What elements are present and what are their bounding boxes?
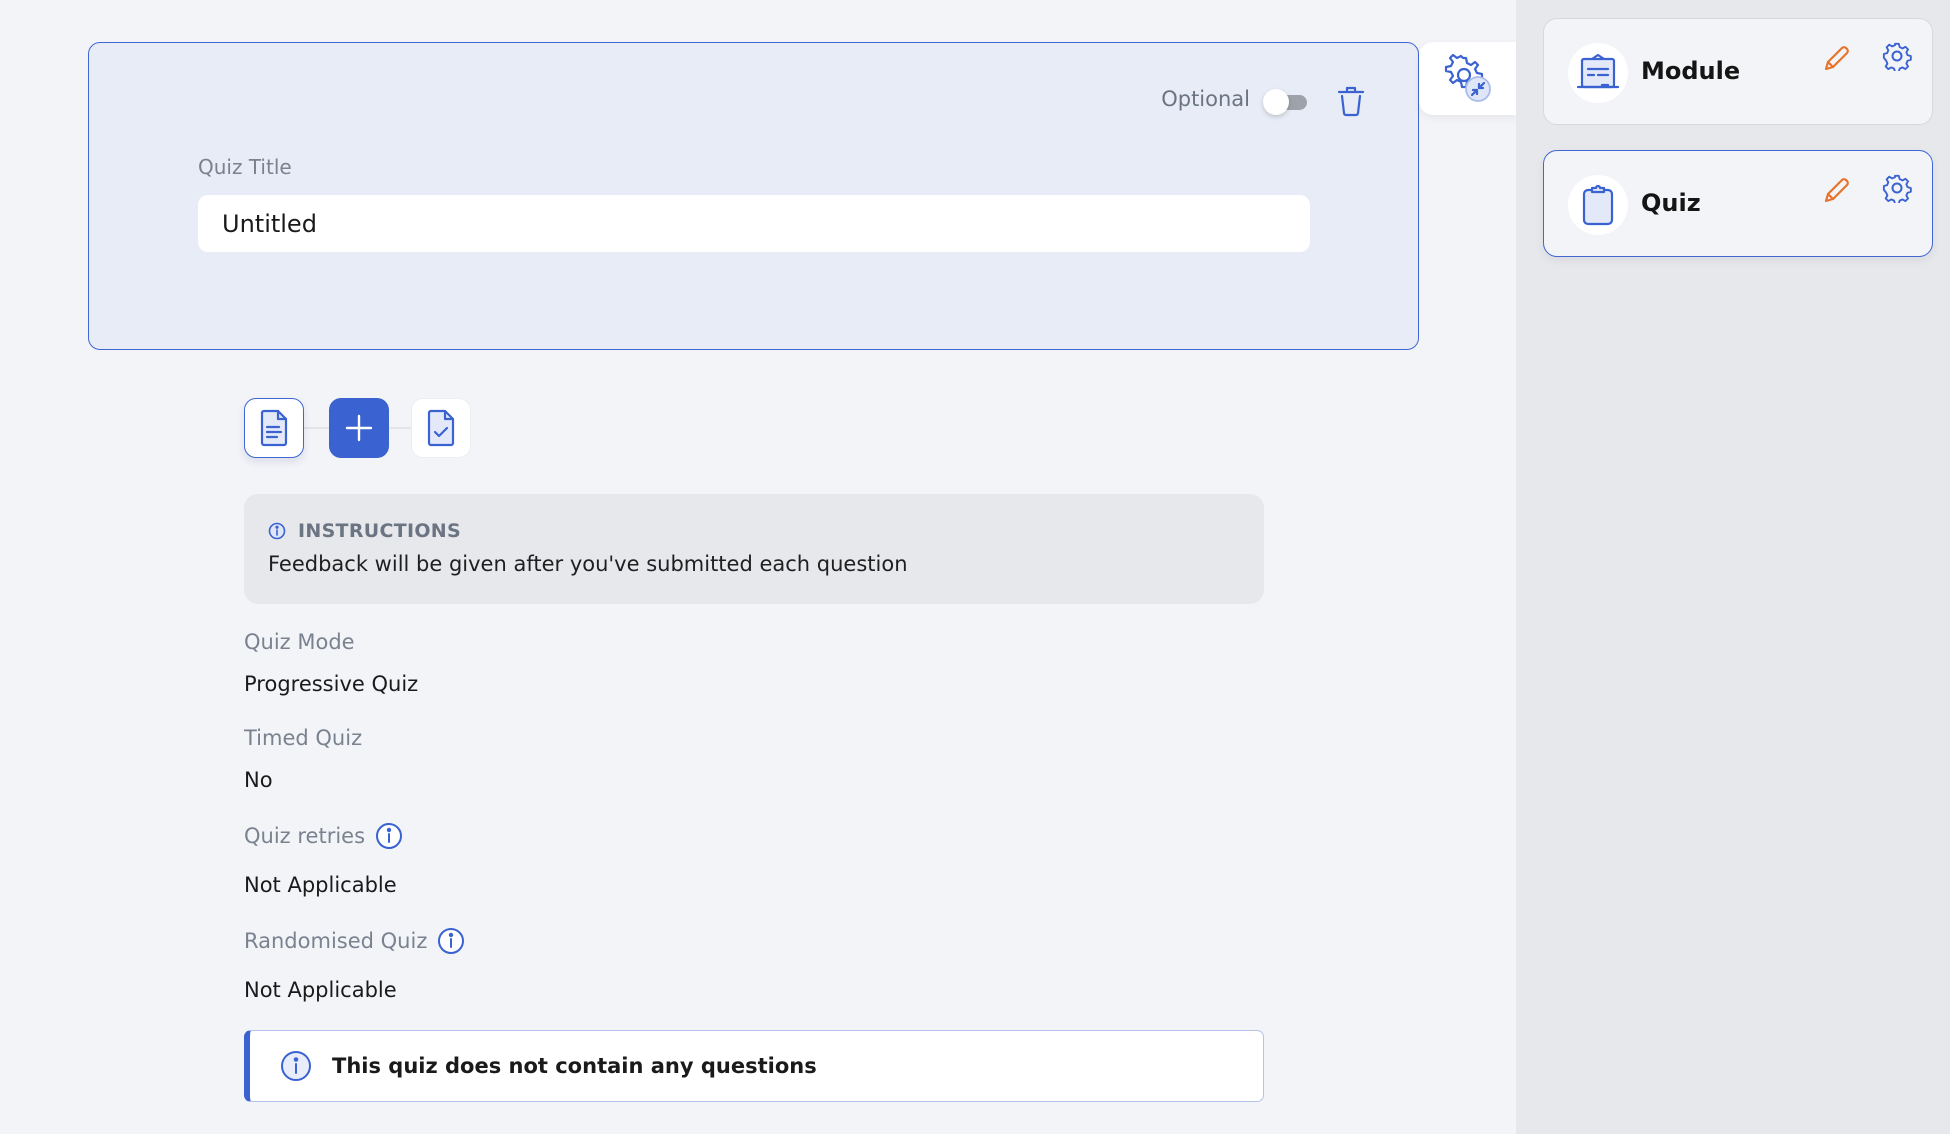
document-icon	[260, 409, 288, 447]
clipboard-icon	[1582, 184, 1614, 226]
instructions-title: INSTRUCTIONS	[298, 520, 461, 542]
field-label-text: Randomised Quiz	[244, 929, 428, 953]
quiz-settings-button[interactable]	[1880, 171, 1914, 205]
quiz-icon-container	[1568, 175, 1628, 235]
randomised-quiz-value: Not Applicable	[244, 978, 397, 1002]
randomised-quiz-label: Randomised Quiz	[244, 927, 465, 955]
field-label-text: Quiz Mode	[244, 630, 355, 654]
module-icon-container	[1568, 43, 1628, 103]
sidebar-item-module[interactable]: Module	[1543, 18, 1933, 125]
timed-quiz-value: No	[244, 768, 273, 792]
pencil-icon	[1824, 46, 1849, 71]
instructions-panel: INSTRUCTIONS Feedback will be given afte…	[244, 494, 1264, 604]
instructions-text: Feedback will be given after you've subm…	[268, 552, 908, 576]
quiz-retries-label: Quiz retries	[244, 822, 403, 850]
optional-toggle[interactable]	[1263, 89, 1309, 115]
sidebar-item-label: Quiz	[1641, 189, 1701, 217]
toggle-knob	[1263, 89, 1289, 115]
sidebar-item-label: Module	[1641, 57, 1741, 85]
add-button[interactable]	[329, 398, 389, 458]
plus-icon	[345, 414, 373, 442]
module-icon	[1576, 53, 1620, 89]
quiz-card: Optional Quiz Title	[88, 42, 1419, 350]
edit-quiz-button[interactable]	[1820, 173, 1854, 207]
quiz-title-input[interactable]	[198, 195, 1310, 252]
gear-icon	[1882, 42, 1912, 71]
quiz-title-label: Quiz Title	[198, 155, 292, 179]
quiz-retries-value: Not Applicable	[244, 873, 397, 897]
info-icon[interactable]	[437, 927, 465, 955]
pencil-icon	[1824, 178, 1849, 203]
module-settings-button[interactable]	[1880, 39, 1914, 73]
field-label-text: Timed Quiz	[244, 726, 363, 750]
quiz-mode-value: Progressive Quiz	[244, 672, 419, 696]
collapse-settings-button[interactable]	[1419, 42, 1516, 115]
quiz-mode-label: Quiz Mode	[244, 630, 355, 654]
gear-icon	[1882, 174, 1912, 203]
info-icon[interactable]	[375, 822, 403, 850]
alert-text: This quiz does not contain any questions	[332, 1054, 817, 1078]
info-icon	[281, 1051, 311, 1081]
edit-module-button[interactable]	[1820, 41, 1854, 75]
gear-collapse-icon	[1444, 53, 1491, 102]
main-content: Optional Quiz Title Untitled INSTRUCTION…	[0, 0, 1516, 1134]
quiz-button[interactable]	[411, 398, 471, 458]
field-label-text: Quiz retries	[244, 824, 366, 848]
document-button[interactable]	[244, 398, 304, 458]
timed-quiz-label: Timed Quiz	[244, 726, 362, 750]
instructions-header: INSTRUCTIONS	[268, 520, 461, 542]
optional-label: Optional	[1161, 87, 1250, 111]
clipboard-check-icon	[427, 409, 455, 447]
sidebar-item-quiz[interactable]: Quiz	[1543, 150, 1933, 257]
delete-button[interactable]	[1333, 81, 1369, 121]
trash-icon	[1337, 86, 1365, 117]
no-questions-alert: This quiz does not contain any questions	[244, 1030, 1264, 1102]
info-icon	[268, 522, 286, 540]
